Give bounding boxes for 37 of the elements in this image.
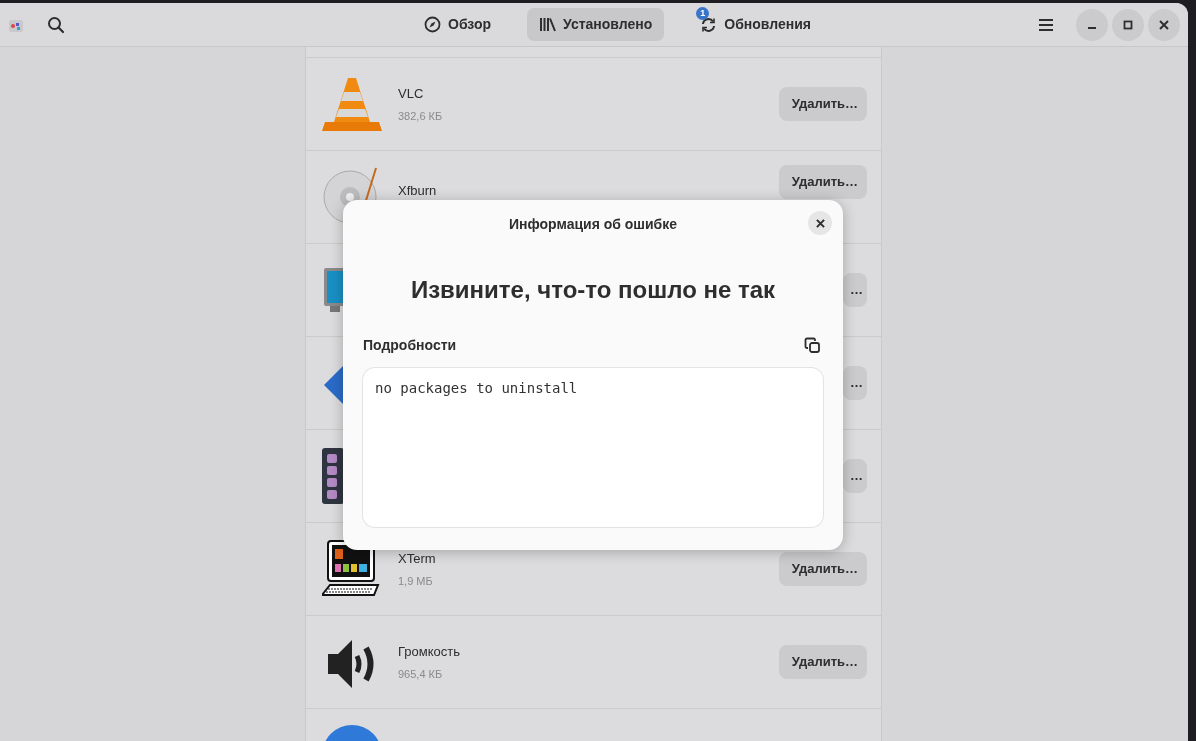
- maximize-button[interactable]: [1112, 8, 1144, 41]
- tab-icon: [700, 16, 718, 33]
- app-name: Громкость: [398, 642, 460, 661]
- tab[interactable]: Установлено: [527, 8, 665, 41]
- app-size: 965,4 КБ: [398, 667, 444, 682]
- menu-icon: [1038, 17, 1054, 32]
- remove-button[interactable]: Удалить…: [779, 165, 867, 199]
- app-size: 382,6 КБ: [398, 109, 443, 124]
- close-icon: [815, 218, 825, 228]
- details-text: no packages to uninstall: [375, 379, 579, 398]
- panel-icon: [322, 448, 344, 504]
- tab[interactable]: Обновления 1: [688, 8, 823, 41]
- app-name: VLC: [398, 84, 425, 103]
- tab-icon: [424, 16, 441, 33]
- error-heading: Извините, что-то пошло не так: [409, 275, 777, 305]
- remove-button[interactable]: Удалить…: [779, 645, 867, 679]
- copy-icon: [803, 336, 821, 354]
- tab[interactable]: Обзор: [412, 8, 504, 41]
- remove-button[interactable]: Удалить…: [779, 87, 867, 121]
- remove-button[interactable]: …: [843, 366, 867, 400]
- details-text-area[interactable]: no packages to uninstall: [363, 368, 823, 527]
- remove-button[interactable]: Удалить…: [779, 552, 867, 586]
- remove-button[interactable]: …: [843, 459, 867, 493]
- remove-button[interactable]: …: [843, 273, 867, 307]
- app-name: Xfburn: [398, 182, 437, 200]
- close-button[interactable]: [1148, 8, 1180, 41]
- count-badge: 1: [696, 7, 710, 20]
- close-icon: [1159, 19, 1169, 30]
- details-label: Подробности: [363, 335, 457, 355]
- app-name: XTerm: [398, 549, 436, 568]
- minimize-icon: [1088, 26, 1096, 29]
- tab-icon: [539, 17, 557, 32]
- maximize-icon: [1123, 19, 1133, 30]
- search-icon: [47, 15, 65, 34]
- app-size: 1,9 МБ: [398, 574, 434, 589]
- dialog-title: Информация об ошибке: [508, 214, 678, 234]
- close-button[interactable]: [808, 211, 832, 235]
